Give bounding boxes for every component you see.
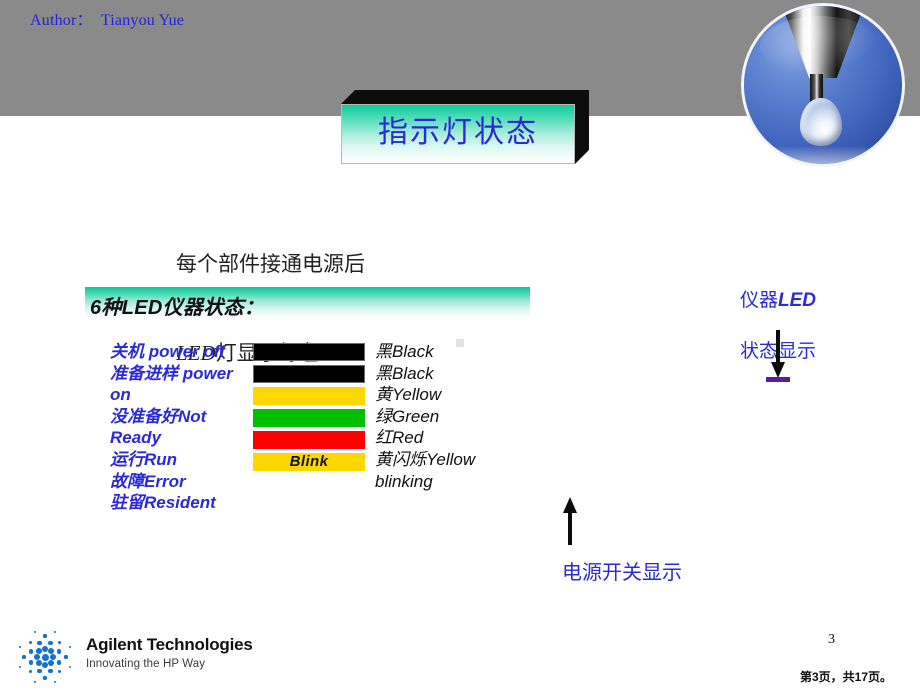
led-color-names-column: 黑Black 黑Black 黄Yellow 绿Green 红Red 黄闪烁Yel…: [375, 341, 535, 492]
logo-dot: [64, 655, 68, 659]
agilent-logo-text: Agilent Technologies Innovating the HP W…: [86, 635, 253, 670]
logo-dot: [47, 659, 54, 666]
slide-canvas: Author： Tianyou Yue 指示灯状态 每个部件接通电源后 LED灯…: [0, 0, 920, 691]
led-color-bar: [253, 431, 365, 449]
title-banner-face: 指示灯状态: [341, 104, 575, 164]
logo-dot: [41, 653, 49, 661]
led-color-bar: [253, 409, 365, 427]
logo-dot: [28, 648, 34, 654]
arrow-up-icon: [562, 497, 578, 545]
logo-dot: [68, 645, 72, 648]
logo-dot: [18, 645, 22, 648]
title-banner: 指示灯状态: [341, 90, 589, 164]
annotation-right-prefix: 仪器: [739, 289, 778, 311]
logo-dot: [48, 668, 54, 674]
annotation-right-led: LED: [778, 289, 816, 311]
logo-dot: [54, 630, 57, 634]
led-state-labels: 关机 power off 准备进样 power on 没准备好Not Ready…: [110, 342, 233, 513]
page-number: 3: [828, 632, 835, 647]
logo-dot: [36, 640, 42, 646]
water-droplet-icon: [800, 98, 842, 146]
blink-label: Blink: [289, 453, 329, 470]
arrow-up-shaft: [568, 511, 572, 545]
led-color-names: 黑Black 黑Black 黄Yellow 绿Green 红Red 黄闪烁Yel…: [375, 342, 476, 491]
logo-dot: [34, 654, 40, 660]
logo-dot: [42, 662, 48, 668]
logo-dot: [43, 634, 47, 638]
logo-dot: [58, 670, 62, 674]
section-band-label: 6种LED仪器状态：: [90, 297, 265, 319]
arrow-down-icon: [770, 330, 786, 378]
arrow-down-shaft: [776, 330, 780, 364]
purple-led-indicator: [766, 377, 790, 382]
logo-dot: [33, 680, 36, 684]
logo-dot: [28, 660, 34, 666]
logo-dot: [43, 676, 47, 680]
led-state-labels-column: 关机 power off 准备进样 power on 没准备好Not Ready…: [110, 341, 255, 514]
logo-dot: [47, 648, 54, 655]
led-color-bar: [253, 343, 365, 361]
arrow-down-head: [771, 362, 785, 378]
logo-dot: [56, 660, 62, 666]
annotation-power-switch: 电源开关显示: [562, 562, 682, 584]
stray-gray-square-artifact: [456, 339, 464, 347]
logo-dot: [36, 668, 42, 674]
logo-dot: [58, 640, 62, 644]
logo-dot: [28, 670, 32, 674]
author-label: Author： Tianyou Yue: [30, 12, 185, 29]
intro-line-1: 每个部件接通电源后: [176, 251, 365, 276]
agilent-logo-icon: [14, 626, 76, 688]
page-title: 指示灯状态: [378, 116, 538, 149]
logo-tagline: Innovating the HP Way: [86, 657, 206, 670]
logo-dot: [54, 680, 57, 684]
logo-dot: [28, 640, 32, 644]
logo-dot: [56, 648, 62, 654]
page-count-label: 第3页，共17页。: [800, 670, 893, 684]
decorative-photo-droplet: [744, 6, 902, 164]
logo-dot: [18, 666, 22, 669]
logo-dot: [48, 640, 54, 646]
logo-dot: [36, 659, 43, 666]
led-color-bar: [253, 365, 365, 383]
logo-dot: [22, 655, 26, 659]
logo-dot: [33, 630, 36, 634]
led-color-bar: [253, 387, 365, 405]
logo-dot: [68, 666, 72, 669]
logo-company-name: Agilent Technologies: [86, 635, 253, 654]
